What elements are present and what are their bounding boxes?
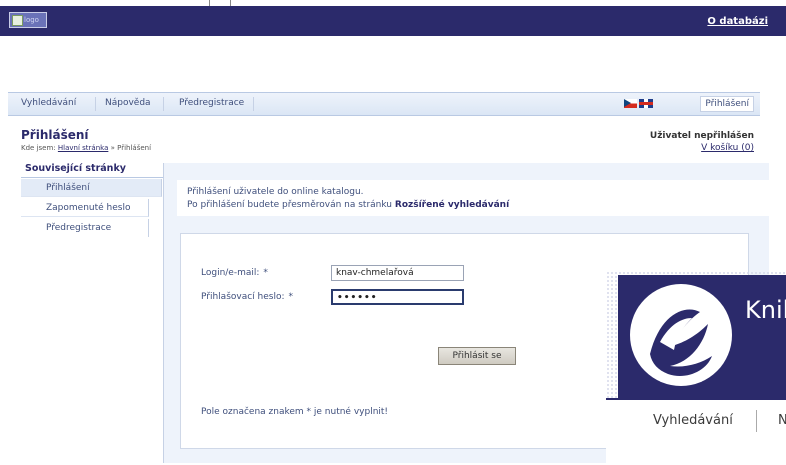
overlay-nav-item[interactable]: N (778, 413, 786, 428)
login-button[interactable]: Přihlásit se (438, 347, 516, 365)
library-logo-mark (650, 309, 712, 376)
breadcrumb-prefix: Kde jsem: (21, 144, 56, 152)
main-menu: Vyhledávání Nápověda Předregistrace Přih… (8, 92, 760, 116)
site-logo[interactable]: logo (9, 12, 47, 28)
page-title: Přihlášení (21, 128, 89, 142)
advanced-search-link[interactable]: Rozšířené vyhledávání (395, 200, 509, 210)
menu-divider (253, 97, 254, 111)
required-mark: * (263, 268, 268, 278)
language-switcher (624, 99, 654, 109)
related-pages-title: Související stránky (21, 163, 166, 178)
login-label: Login/e-mail: * (201, 268, 268, 278)
related-item-forgotten-password[interactable]: Zapomenuté heslo (21, 199, 149, 217)
password-label: Přihlašovací heslo: * (201, 292, 293, 302)
login-input[interactable]: knav-chmelařová (331, 265, 464, 281)
menu-item-search[interactable]: Vyhledávání (21, 98, 76, 108)
basket-link[interactable]: V košíku (0) (701, 143, 754, 153)
user-status: Uživatel nepřihlášen (649, 131, 754, 141)
password-label-text: Přihlašovací heslo: (201, 292, 285, 302)
info-line-1: Přihlášení uživatele do online katalogu. (187, 187, 364, 197)
logo-icon (12, 15, 23, 26)
password-input[interactable]: •••••• (331, 289, 464, 305)
breadcrumb-current: Přihlášení (117, 144, 152, 152)
info-box: Přihlášení uživatele do online katalogu.… (177, 180, 774, 216)
required-note: Pole označena znakem * je nutné vyplnit! (201, 407, 389, 417)
menu-item-preregistration[interactable]: Předregistrace (179, 98, 244, 108)
info-line-2: Po přihlášení budete přesměrován na strá… (187, 200, 509, 210)
english-flag-icon[interactable] (639, 99, 653, 108)
overlay-nav: Vyhledávání N (606, 398, 786, 465)
czech-flag-icon[interactable] (624, 99, 637, 108)
related-item-login[interactable]: Přihlášení (21, 179, 162, 197)
breadcrumb: Kde jsem: Hlavní stránka » Přihlášení (21, 144, 151, 152)
info-line-2-text: Po přihlášení budete přesměrován na strá… (187, 200, 393, 210)
overlay-nav-divider (756, 410, 757, 432)
breadcrumb-separator: » (110, 144, 115, 152)
site-header: logo O databázi (0, 6, 786, 36)
menu-divider (95, 97, 96, 111)
required-mark: * (288, 292, 294, 302)
about-database-link[interactable]: O databázi (707, 16, 768, 27)
login-tab[interactable]: Přihlášení (700, 96, 754, 112)
overlay-logo-word: Knil (745, 296, 786, 324)
logo-text: logo (24, 16, 39, 24)
login-label-text: Login/e-mail: (201, 268, 260, 278)
overlay-nav-search[interactable]: Vyhledávání (653, 413, 733, 428)
breadcrumb-home-link[interactable]: Hlavní stránka (58, 144, 108, 152)
library-logo-icon (630, 284, 732, 386)
related-item-preregistration[interactable]: Předregistrace (21, 219, 149, 237)
menu-divider (163, 97, 164, 111)
menu-item-help[interactable]: Nápověda (105, 98, 151, 108)
divider (606, 398, 786, 400)
